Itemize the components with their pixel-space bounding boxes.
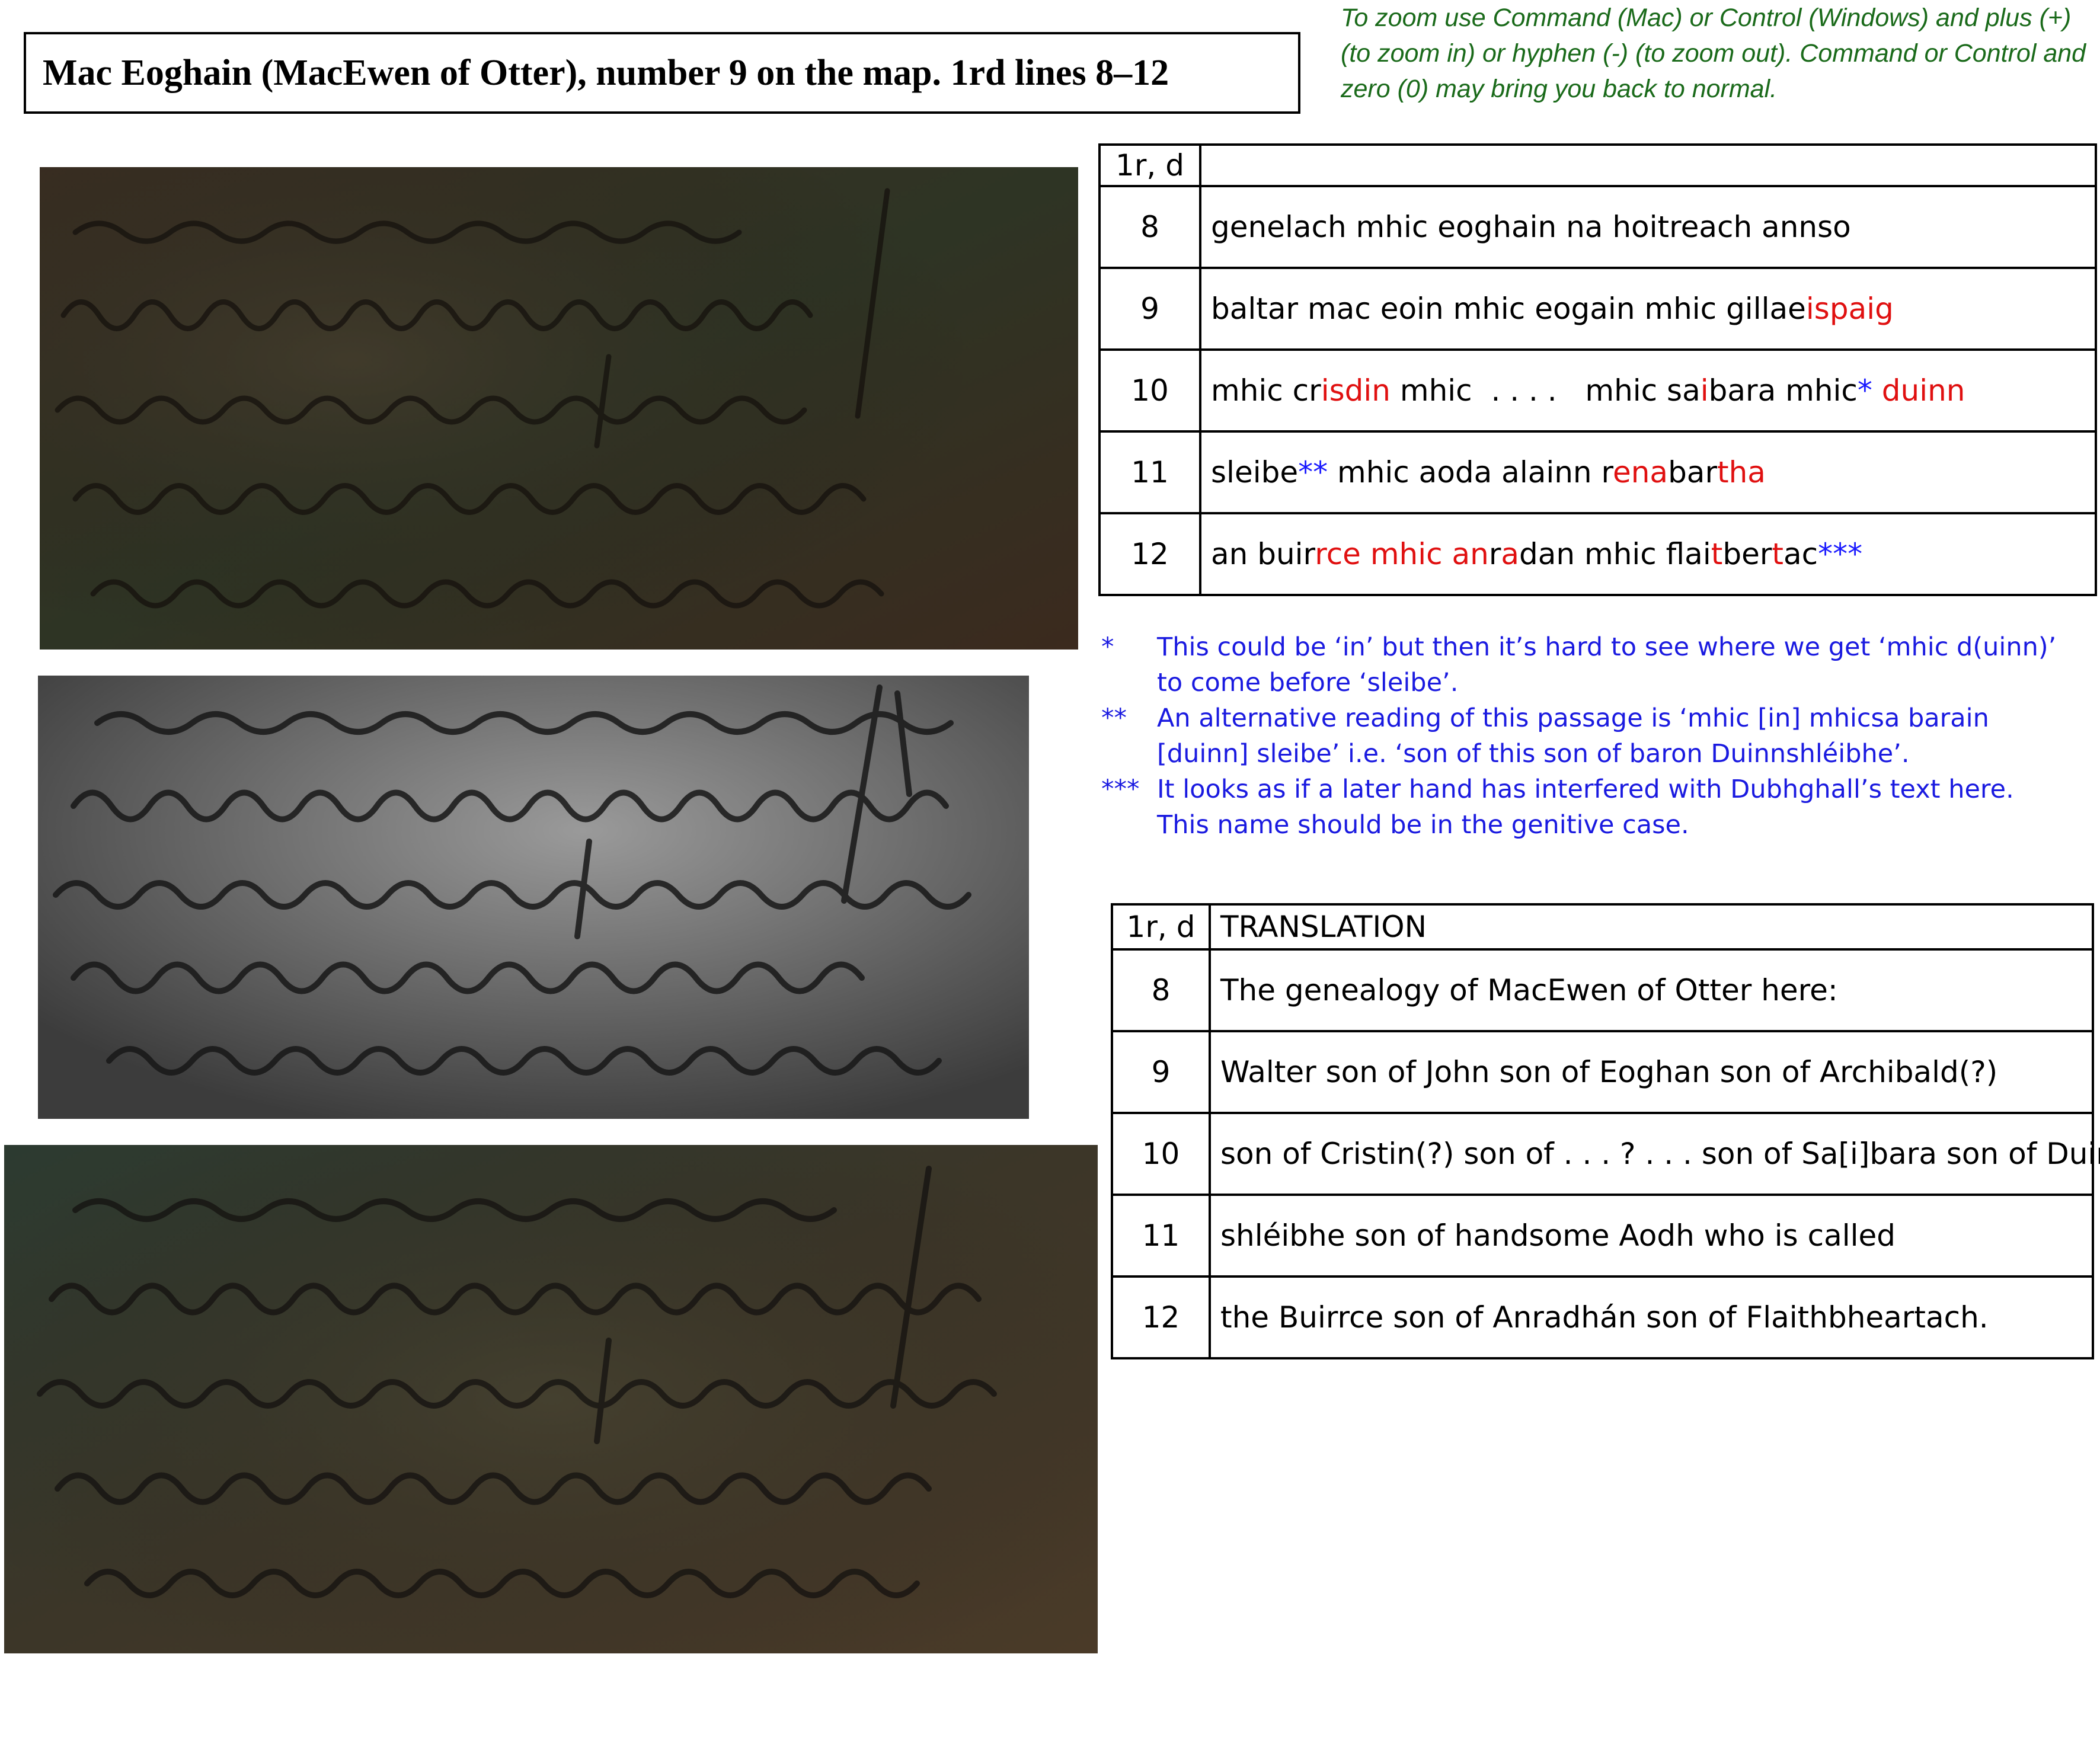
- highlighted-segment: rce mhic an: [1315, 537, 1489, 571]
- highlighted-segment: tha: [1717, 455, 1766, 490]
- table-row: 10 mhic crisdin mhic . . . . mhic saibar…: [1098, 348, 2097, 433]
- line-number: 12: [1098, 512, 1201, 596]
- table-row: 8 genelach mhic eoghain na hoitreach ann…: [1098, 185, 2097, 269]
- transcription-line: genelach mhic eoghain na hoitreach annso: [1199, 185, 2097, 269]
- footnote: * This could be ‘in’ but then it’s hard …: [1101, 629, 2061, 700]
- transcription-segment: bara mhic: [1708, 373, 1858, 408]
- manuscript-greyscale-image: [38, 676, 1029, 1119]
- table-row: 9 baltar mac eoin mhic eogain mhic gilla…: [1098, 267, 2097, 351]
- footnote-marker: ***: [1818, 537, 1863, 571]
- line-number: 11: [1111, 1194, 1211, 1278]
- transcription-segment: dan mhic flai: [1519, 537, 1711, 571]
- transcription-segment: mhic aoda alainn r: [1328, 455, 1613, 490]
- transcription-segment: genelach mhic eoghain na hoitreach annso: [1211, 210, 1851, 244]
- transcription-segment: bar: [1668, 455, 1717, 490]
- transcription-line: mhic crisdin mhic . . . . mhic saibara m…: [1199, 348, 2097, 433]
- line-number: 9: [1111, 1030, 1211, 1114]
- folio-ref-header: 1r, d: [1111, 903, 1211, 951]
- footnote: *** It looks as if a later hand has inte…: [1101, 772, 2061, 843]
- line-number: 8: [1111, 948, 1211, 1032]
- transcription-segment: sleibe: [1211, 455, 1299, 490]
- table-row: 12 the Buirrce son of Anradhán son of Fl…: [1111, 1275, 2094, 1359]
- transcription-segment: mhic . . . . mhic sa: [1390, 373, 1701, 408]
- footnote-marker: *: [1857, 373, 1872, 408]
- translation-line: The genealogy of MacEwen of Otter here:: [1209, 948, 2094, 1032]
- transcription-line: baltar mac eoin mhic eogain mhic gillaei…: [1199, 267, 2097, 351]
- zoom-instructions-line: To zoom use Command (Mac) or Control (Wi…: [1341, 4, 2072, 32]
- footnote-mark: ***: [1101, 775, 1140, 804]
- line-number: 11: [1098, 430, 1201, 514]
- line-number: 12: [1111, 1275, 1211, 1359]
- transcription-segment: mhic cr: [1211, 373, 1321, 408]
- highlighted-segment: ispaig: [1805, 292, 1894, 326]
- manuscript-enhanced-image: [4, 1145, 1098, 1653]
- line-number: 9: [1098, 267, 1201, 351]
- folio-ref-header: 1r, d: [1098, 143, 1201, 187]
- table-row: 8 The genealogy of MacEwen of Otter here…: [1111, 948, 2094, 1032]
- table-row: 12 an buirrce mhic anradan mhic flaitber…: [1098, 512, 2097, 596]
- table-header-row: 1r, d: [1098, 143, 2097, 187]
- highlighted-segment: i: [1700, 373, 1709, 408]
- manuscript-colour-image: [40, 167, 1078, 650]
- table-row: 11 sleibe** mhic aoda alainn renabartha: [1098, 430, 2097, 514]
- translation-header: TRANSLATION: [1209, 903, 2094, 951]
- transcription-segment: r: [1488, 537, 1501, 571]
- highlighted-segment: a: [1501, 537, 1520, 571]
- transcription-line: sleibe** mhic aoda alainn renabartha: [1199, 430, 2097, 514]
- translation-table: 1r, d TRANSLATION 8 The genealogy of Mac…: [1111, 903, 2100, 1359]
- highlighted-segment: ena: [1612, 455, 1669, 490]
- translation-line: Walter son of John son of Eoghan son of …: [1209, 1030, 2094, 1114]
- transcription-segment: baltar mac eoin mhic eogain mhic gillae: [1211, 292, 1806, 326]
- transcription-line: an buirrce mhic anradan mhic flaitbertac…: [1199, 512, 2097, 596]
- page-title: Mac Eoghain (MacEwen of Otter), number 9…: [24, 32, 1300, 114]
- line-number: 8: [1098, 185, 1201, 269]
- table-header-row: 1r, d TRANSLATION: [1111, 903, 2094, 951]
- footnote-text: An alternative reading of this passage i…: [1157, 703, 1989, 769]
- zoom-instructions-line: (to zoom in) or hyphen (-) (to zoom out)…: [1341, 39, 2086, 68]
- footnote-marker: **: [1298, 455, 1328, 490]
- highlighted-segment: duinn: [1872, 373, 1965, 408]
- transcription-header: [1199, 143, 2097, 187]
- highlighted-segment: t: [1711, 537, 1723, 571]
- footnote-text: It looks as if a later hand has interfer…: [1157, 775, 2014, 840]
- footnote-mark: **: [1101, 703, 1127, 733]
- line-number: 10: [1111, 1112, 1211, 1196]
- transcription-segment: an buir: [1211, 537, 1315, 571]
- translation-line: the Buirrce son of Anradhán son of Flait…: [1209, 1275, 2094, 1359]
- table-row: 10 son of Cristin(?) son of . . . ? . . …: [1111, 1112, 2100, 1196]
- transcription-table: 1r, d 8 genelach mhic eoghain na hoitrea…: [1098, 143, 2097, 596]
- transcription-segment: ac: [1783, 537, 1818, 571]
- translation-line: son of Cristin(?) son of . . . ? . . . s…: [1209, 1112, 2100, 1196]
- footnote: ** An alternative reading of this passag…: [1101, 700, 2061, 772]
- line-number: 10: [1098, 348, 1201, 433]
- footnote-mark: *: [1101, 632, 1114, 662]
- translation-line: shléibhe son of handsome Aodh who is cal…: [1209, 1194, 2094, 1278]
- transcription-segment: ber: [1722, 537, 1772, 571]
- table-row: 9 Walter son of John son of Eoghan son o…: [1111, 1030, 2094, 1114]
- footnote-text: This could be ‘in’ but then it’s hard to…: [1157, 632, 2057, 698]
- zoom-instructions-line: zero (0) may bring you back to normal.: [1341, 75, 1778, 103]
- footnotes: * This could be ‘in’ but then it’s hard …: [1101, 629, 2061, 843]
- zoom-instructions: To zoom use Command (Mac) or Control (Wi…: [1341, 0, 2100, 107]
- table-row: 11 shléibhe son of handsome Aodh who is …: [1111, 1194, 2094, 1278]
- highlighted-segment: isdin: [1321, 373, 1391, 408]
- highlighted-segment: t: [1772, 537, 1783, 571]
